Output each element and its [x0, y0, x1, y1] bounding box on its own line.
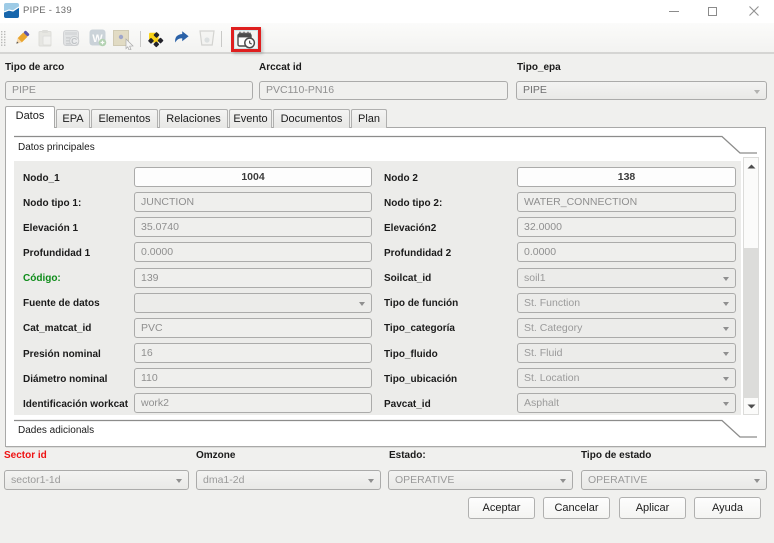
- svg-text:C: C: [71, 36, 77, 46]
